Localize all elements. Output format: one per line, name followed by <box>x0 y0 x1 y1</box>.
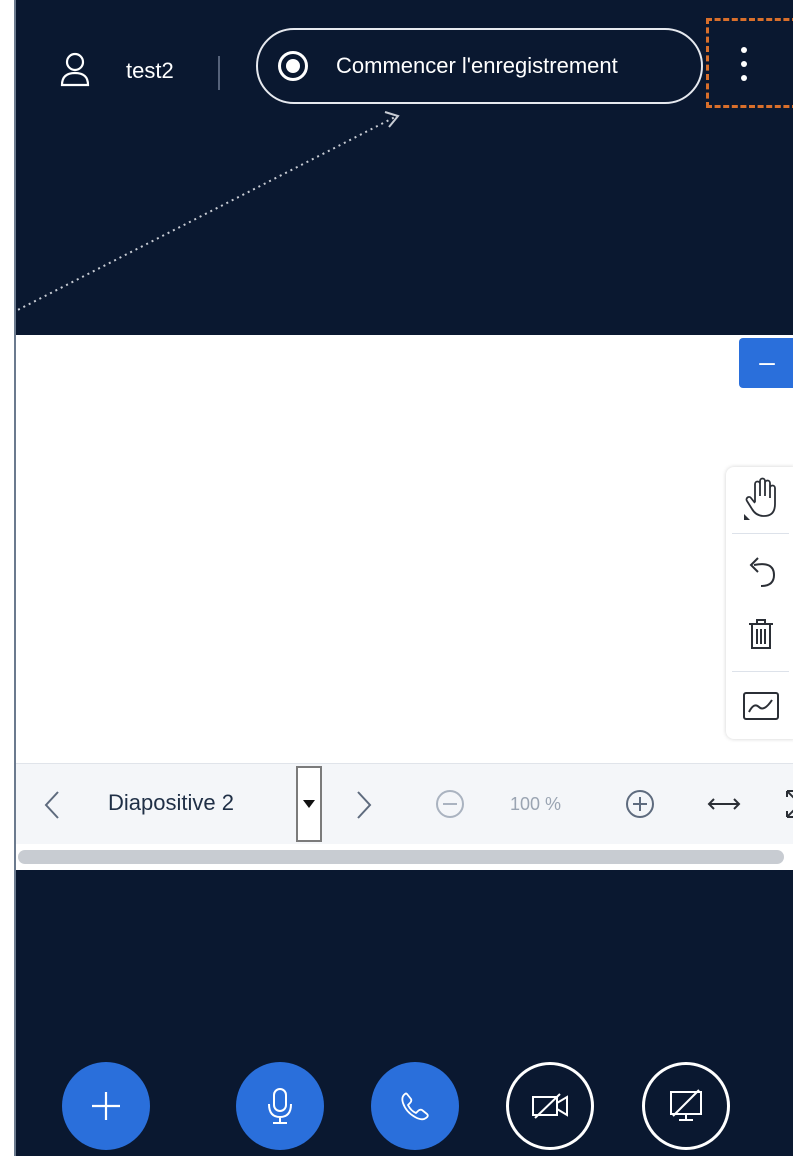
chevron-left-icon[interactable] <box>44 790 60 820</box>
zoom-out-icon[interactable] <box>434 788 466 820</box>
horizontal-scrollbar[interactable] <box>16 844 793 870</box>
slide-navigation-bar: Diapositive 2 100 % <box>16 763 793 845</box>
phone-icon <box>401 1092 429 1121</box>
hand-tool-button[interactable] <box>726 469 793 527</box>
screen-share-off-icon <box>670 1089 702 1121</box>
slide-select-dropdown[interactable] <box>296 766 322 842</box>
undo-icon <box>749 557 775 587</box>
header-divider <box>218 56 220 90</box>
undo-button[interactable] <box>726 543 793 601</box>
screen-share-button[interactable] <box>642 1062 730 1150</box>
fullscreen-icon[interactable] <box>784 788 793 820</box>
start-recording-button[interactable]: Commencer l'enregistrement <box>256 28 703 104</box>
fit-width-icon[interactable] <box>706 794 742 814</box>
hand-icon <box>743 477 776 520</box>
vertical-dots-icon[interactable] <box>729 44 759 84</box>
microphone-icon <box>268 1088 292 1124</box>
username: test2 <box>126 58 174 83</box>
zoom-level: 100 % <box>510 794 562 814</box>
plus-icon <box>92 1092 120 1120</box>
trash-icon <box>748 619 773 649</box>
presentation-whiteboard[interactable] <box>16 335 793 763</box>
record-label: Commencer l'enregistrement <box>336 53 618 78</box>
actions-button[interactable] <box>62 1062 150 1150</box>
chevron-right-icon[interactable] <box>356 790 372 820</box>
record-icon <box>278 51 308 81</box>
zoom-in-icon[interactable] <box>624 788 656 820</box>
clear-all-button[interactable] <box>726 605 793 663</box>
chart-icon <box>742 692 779 720</box>
camera-off-icon <box>532 1093 568 1119</box>
camera-toggle-button[interactable] <box>506 1062 594 1150</box>
user-icon <box>60 52 90 87</box>
app-frame: test2 Commencer l'enregistrement – Diapo… <box>14 0 793 1156</box>
scrollbar-thumb[interactable] <box>18 850 784 864</box>
caret-down-icon <box>303 800 315 808</box>
slide-name: Diapositive 2 <box>108 790 234 815</box>
microphone-button[interactable] <box>236 1062 324 1150</box>
minimize-presentation-button[interactable]: – <box>739 338 793 388</box>
whiteboard-toolbar <box>726 467 793 739</box>
multi-user-whiteboard-button[interactable] <box>726 677 793 735</box>
leave-audio-button[interactable] <box>371 1062 459 1150</box>
